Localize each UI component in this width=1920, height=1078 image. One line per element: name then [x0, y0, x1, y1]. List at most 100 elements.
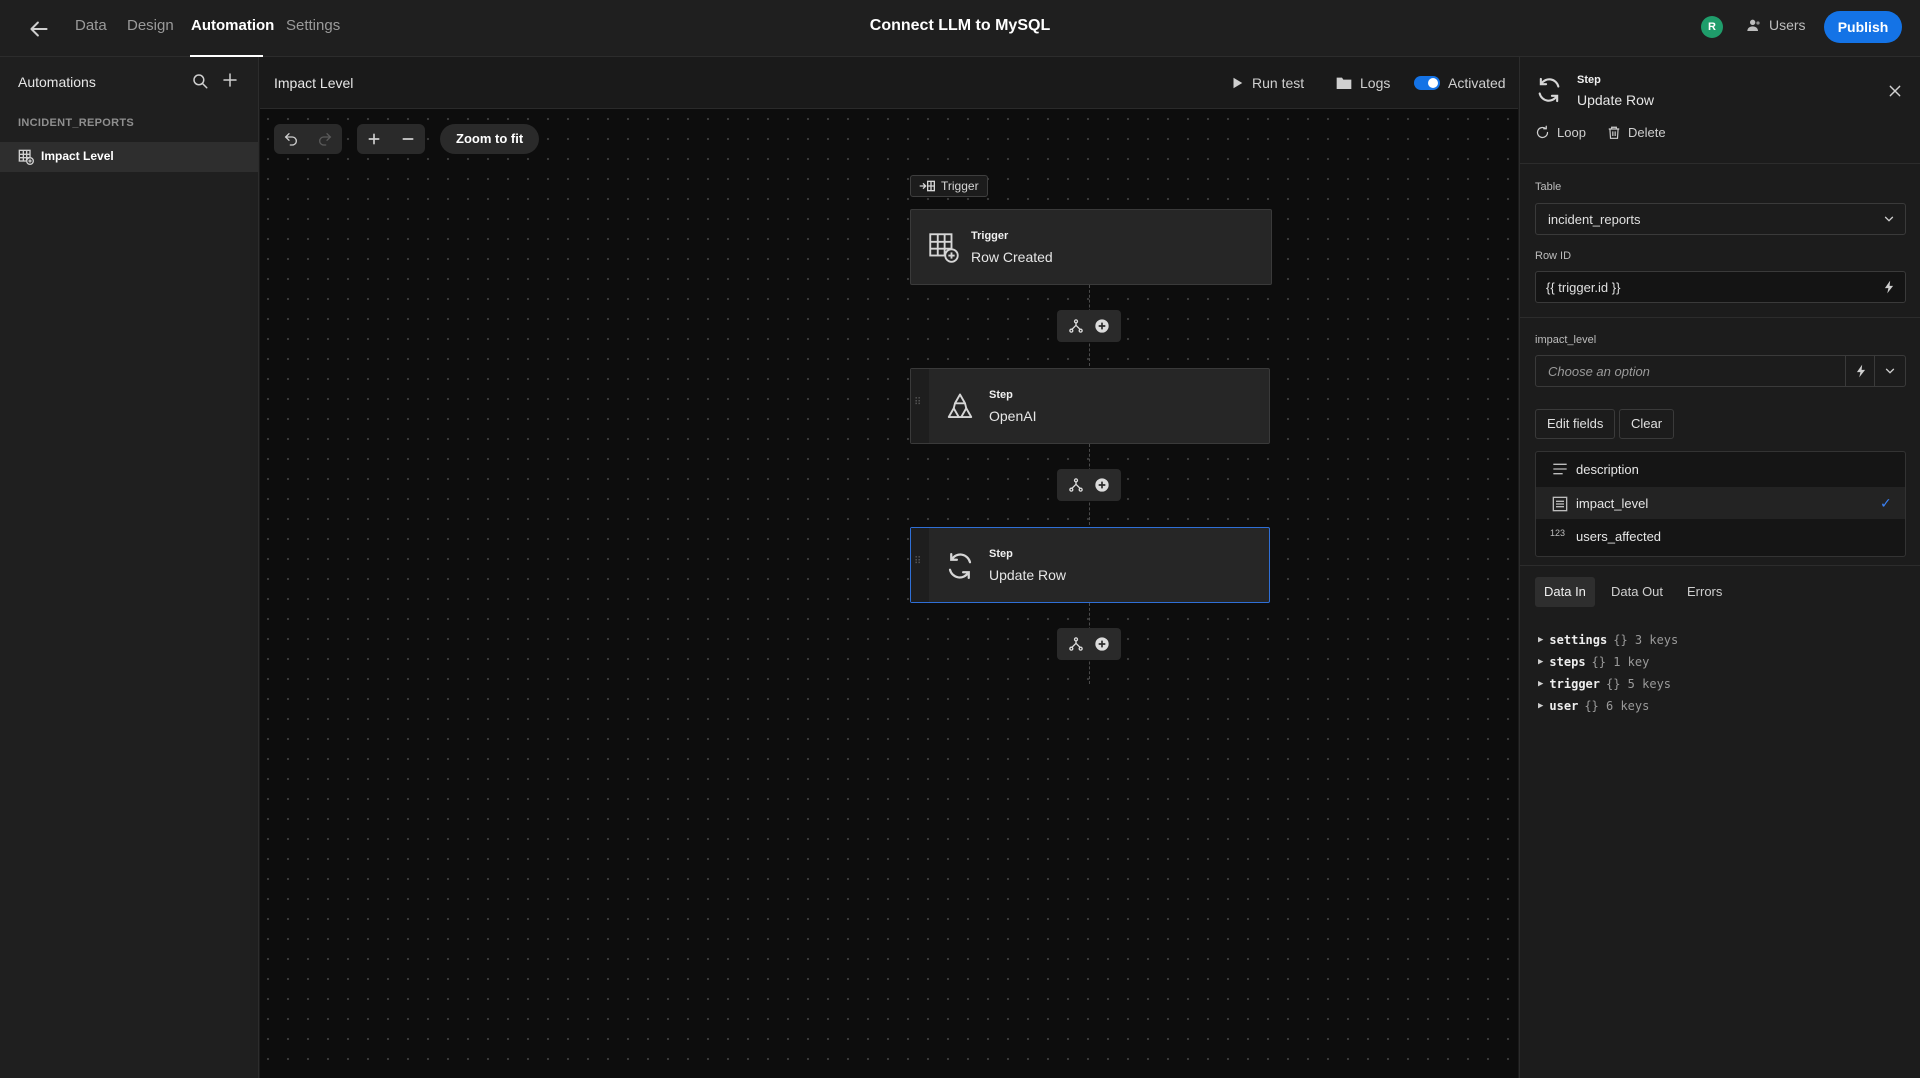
node-kind: Step: [989, 389, 1013, 401]
panel-step-kind: Step: [1577, 74, 1601, 86]
add-step-connector: [1057, 628, 1121, 660]
tree-key: trigger: [1549, 677, 1600, 691]
drag-handle[interactable]: [911, 528, 929, 602]
top-bar: Data Design Automation Settings Connect …: [0, 0, 1920, 57]
zoom-controls: [357, 124, 425, 154]
tab-settings[interactable]: Settings: [286, 17, 340, 34]
lightning-icon[interactable]: [1854, 364, 1868, 378]
flow-node-openai[interactable]: Step OpenAI: [910, 368, 1270, 444]
impact-level-select[interactable]: Choose an option: [1535, 355, 1906, 387]
tree-row-settings[interactable]: ▶ settings {} 3 keys: [1538, 633, 1678, 647]
number-icon: 123: [1550, 528, 1566, 538]
list-item-users-affected[interactable]: 123 users_affected: [1536, 520, 1905, 552]
redo-icon[interactable]: [308, 124, 342, 154]
text-icon: [1552, 462, 1568, 476]
folder-icon: [1336, 77, 1352, 89]
list-item-impact-level[interactable]: impact_level ✓: [1536, 487, 1905, 519]
divider: [1520, 163, 1920, 164]
tab-data-out[interactable]: Data Out: [1602, 577, 1672, 607]
undo-icon[interactable]: [274, 124, 308, 154]
history-controls: [274, 124, 342, 154]
close-icon[interactable]: [1887, 83, 1903, 99]
add-step-connector: [1057, 310, 1121, 342]
loop-icon: [1536, 125, 1549, 139]
add-circle-icon[interactable]: [1094, 636, 1110, 652]
search-icon[interactable]: [191, 72, 209, 90]
tree-key: user: [1549, 699, 1579, 713]
field-list: description impact_level ✓ 123 users_aff…: [1535, 451, 1906, 557]
branch-icon[interactable]: [1068, 636, 1084, 652]
toggle-switch[interactable]: [1414, 76, 1440, 90]
activated-toggle[interactable]: Activated: [1414, 75, 1506, 91]
tree-info: {} 3 keys: [1613, 633, 1679, 647]
table-select[interactable]: incident_reports: [1535, 203, 1906, 235]
chevron-down-icon[interactable]: [1883, 364, 1897, 378]
impact-level-label: impact_level: [1535, 334, 1597, 346]
lightning-icon[interactable]: [1882, 280, 1896, 294]
edit-fields-button[interactable]: Edit fields: [1535, 409, 1616, 439]
tree-row-trigger[interactable]: ▶ trigger {} 5 keys: [1538, 677, 1671, 691]
drag-handle[interactable]: [911, 369, 929, 443]
node-name: OpenAI: [989, 408, 1037, 424]
avatar[interactable]: R: [1701, 16, 1723, 38]
table-add-icon: [929, 233, 959, 263]
options-icon: [1552, 496, 1568, 512]
tree-key: steps: [1549, 655, 1586, 669]
refresh-icon: [1535, 76, 1563, 104]
panel-step-name: Update Row: [1577, 92, 1655, 108]
flow-node-update-row[interactable]: Step Update Row: [910, 527, 1270, 603]
sidebar-group-label: INCIDENT_REPORTS: [18, 117, 135, 129]
tab-automation[interactable]: Automation: [191, 17, 274, 34]
add-circle-icon[interactable]: [1094, 477, 1110, 493]
canvas-header: Impact Level Run test Logs Activated: [260, 57, 1518, 109]
zoom-to-fit-button[interactable]: Zoom to fit: [440, 124, 540, 154]
trigger-tag-label: Trigger: [941, 179, 979, 193]
tree-row-steps[interactable]: ▶ steps {} 1 key: [1538, 655, 1649, 669]
tree-row-user[interactable]: ▶ user {} 6 keys: [1538, 699, 1649, 713]
node-kind: Step: [989, 548, 1013, 560]
zoom-out-icon[interactable]: [391, 124, 425, 154]
activated-label: Activated: [1448, 75, 1506, 91]
list-item-description[interactable]: description: [1536, 453, 1905, 485]
clear-button[interactable]: Clear: [1619, 409, 1675, 439]
table-select-value: incident_reports: [1548, 212, 1641, 227]
delete-button[interactable]: Delete: [1607, 125, 1666, 140]
tab-data[interactable]: Data: [75, 17, 107, 34]
add-automation-icon[interactable]: [221, 71, 239, 89]
sidebar-title: Automations: [18, 74, 96, 90]
node-kind: Trigger: [971, 230, 1009, 242]
tab-errors[interactable]: Errors: [1678, 577, 1731, 607]
tree-info: {} 5 keys: [1606, 677, 1672, 691]
tab-design[interactable]: Design: [127, 17, 174, 34]
node-name: Row Created: [971, 249, 1053, 265]
user-icon: [1747, 19, 1760, 31]
run-test-button[interactable]: Run test: [1230, 75, 1304, 91]
branch-icon[interactable]: [1068, 477, 1084, 493]
table-add-icon: [18, 149, 34, 165]
automation-canvas[interactable]: Impact Level Run test Logs Activated Zoo…: [260, 57, 1518, 1078]
loop-button[interactable]: Loop: [1535, 125, 1586, 140]
divider: [1520, 565, 1920, 566]
users-button[interactable]: Users: [1746, 17, 1806, 33]
chevron-down-icon: [1882, 212, 1896, 226]
automations-sidebar: Automations INCIDENT_REPORTS Impact Leve…: [0, 57, 259, 1078]
loop-label: Loop: [1557, 125, 1586, 140]
delete-label: Delete: [1628, 125, 1666, 140]
row-id-input[interactable]: {{ trigger.id }}: [1535, 271, 1906, 303]
sidebar-item-impact-level[interactable]: Impact Level: [0, 142, 258, 172]
publish-button[interactable]: Publish: [1824, 11, 1902, 43]
add-circle-icon[interactable]: [1094, 318, 1110, 334]
tab-data-in[interactable]: Data In: [1535, 577, 1595, 607]
flow-node-trigger[interactable]: Trigger Row Created: [910, 209, 1272, 285]
caret-right-icon: ▶: [1538, 657, 1544, 667]
tree-key: settings: [1549, 633, 1608, 647]
impact-level-placeholder: Choose an option: [1548, 364, 1650, 379]
table-label: Table: [1535, 181, 1562, 193]
run-test-label: Run test: [1252, 75, 1305, 91]
add-step-connector: [1057, 469, 1121, 501]
branch-icon[interactable]: [1068, 318, 1084, 334]
logs-button[interactable]: Logs: [1336, 75, 1390, 91]
back-arrow-icon[interactable]: [26, 16, 52, 42]
zoom-in-icon[interactable]: [357, 124, 391, 154]
tree-info: {} 1 key: [1591, 655, 1650, 669]
